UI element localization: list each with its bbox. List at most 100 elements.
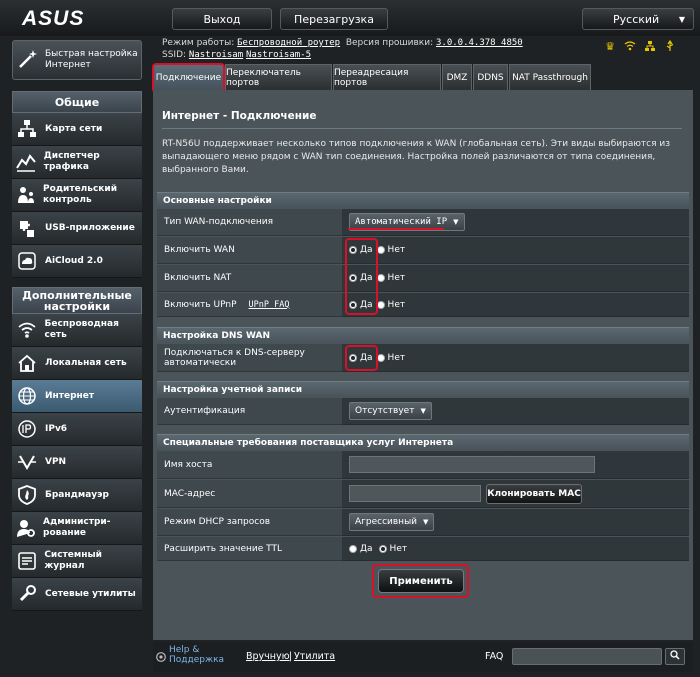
- mac-input[interactable]: [349, 485, 481, 502]
- auth-value: Отсутствует: [355, 406, 415, 416]
- network-status-icon[interactable]: [644, 40, 656, 54]
- sidebar-item-label: USB-приложение: [45, 222, 135, 233]
- hostname-input[interactable]: [349, 456, 595, 473]
- sidebar-item-parental-control[interactable]: Родительский контроль: [12, 179, 142, 212]
- enable-nat-no-radio[interactable]: Нет: [376, 273, 405, 283]
- ttl-cell: Да Нет: [342, 537, 689, 561]
- utility-link[interactable]: Утилита: [294, 651, 335, 662]
- sidebar-item-syslog[interactable]: Системный журнал: [12, 545, 142, 578]
- quick-setup-label: Быстрая настройка Интернет: [45, 49, 138, 70]
- language-select[interactable]: Русский ▼: [582, 8, 694, 30]
- quick-internet-setup-button[interactable]: Быстрая настройка Интернет: [12, 40, 142, 80]
- no-label: Нет: [387, 245, 406, 255]
- sidebar-item-lan[interactable]: Локальная сеть: [12, 347, 142, 380]
- sidebar-item-traffic-manager[interactable]: Диспетчер трафика: [12, 146, 142, 179]
- wan-type-value: Автоматический IP: [355, 217, 448, 227]
- enable-nat-cell: Да Нет: [342, 265, 689, 292]
- tab-port-forwarding[interactable]: Переадресация портов: [333, 64, 441, 90]
- page-title: Интернет - Подключение: [162, 110, 317, 122]
- aicloud-icon: [16, 250, 38, 272]
- dhcp-select[interactable]: Агрессивный ▼: [349, 513, 435, 531]
- network-map-icon: [16, 118, 38, 140]
- search-icon: [670, 650, 680, 663]
- auth-select[interactable]: Отсутствует ▼: [349, 402, 432, 420]
- mode-link[interactable]: Беспроводной роутер: [237, 38, 340, 48]
- parental-control-icon: [16, 184, 36, 206]
- manual-link[interactable]: Вручную: [246, 651, 290, 662]
- language-label: Русский: [613, 12, 660, 26]
- chevron-down-icon: ▼: [678, 14, 685, 24]
- enable-wan-label: Включить WAN: [157, 237, 342, 264]
- firmware-link[interactable]: 3.0.0.4.378_4850: [436, 38, 523, 48]
- reboot-button[interactable]: Перезагрузка: [280, 8, 388, 30]
- sidebar-item-label: Диспетчер трафика: [43, 151, 100, 172]
- hostname-cell: [342, 451, 689, 479]
- yes-label: Да: [360, 543, 373, 554]
- enable-nat-label: Включить NAT: [157, 265, 342, 292]
- wan-type-underline: [348, 228, 444, 230]
- ssid-2: Nastroisam-5: [245, 50, 312, 60]
- status-line: Режим работы: Беспроводной роутер Версия…: [162, 37, 612, 63]
- dns-settings-header: Настройка DNS WAN: [157, 327, 689, 343]
- lan-icon: [16, 352, 38, 374]
- dns-auto-label: Подключаться к DNS-серверу автоматически: [157, 344, 342, 372]
- tab-highlight: [152, 63, 225, 93]
- dhcp-label: Режим DHCP запросов: [157, 509, 342, 536]
- sidebar-item-internet[interactable]: Интернет: [12, 380, 142, 413]
- sidebar-item-label: Системный журнал: [44, 550, 102, 571]
- dns-auto-cell: Да Нет: [342, 344, 689, 372]
- upnp-faq-link[interactable]: UPnP FAQ: [249, 300, 290, 310]
- account-settings-header: Настройка учетной записи: [157, 381, 689, 397]
- chevron-down-icon: ▼: [420, 407, 426, 415]
- enable-upnp-no-radio[interactable]: Нет: [376, 300, 405, 310]
- faq-search-input[interactable]: [512, 648, 662, 665]
- sidebar-item-ipv6[interactable]: IPv6: [12, 413, 142, 446]
- wifi-status-icon[interactable]: [624, 40, 636, 54]
- sidebar-item-vpn[interactable]: VPN: [12, 446, 142, 479]
- wand-icon: [17, 48, 39, 73]
- logout-button[interactable]: Выход: [172, 8, 272, 30]
- sidebar-item-administration[interactable]: Администри-рование: [12, 512, 142, 545]
- tab-dmz[interactable]: DMZ: [442, 64, 472, 90]
- tab-ddns[interactable]: DDNS: [473, 64, 508, 90]
- help-support-link[interactable]: Help & Поддержка: [169, 645, 229, 665]
- faq-label: FAQ: [485, 651, 504, 662]
- vpn-icon: [16, 451, 38, 473]
- sidebar-item-label: Администри-рование: [43, 517, 111, 538]
- sidebar-item-firewall[interactable]: Брандмауэр: [12, 479, 142, 512]
- usb-status-icon[interactable]: [664, 39, 676, 54]
- dhcp-value: Агрессивный: [355, 517, 418, 527]
- trophy-icon[interactable]: ♛: [604, 40, 616, 54]
- page-description: RT-N56U поддерживает несколько типов под…: [162, 139, 671, 175]
- dns-auto-no-radio[interactable]: Нет: [376, 353, 405, 363]
- wan-type-cell: Автоматический IP ▼: [342, 209, 689, 236]
- enable-upnp-cell: Да Нет: [342, 293, 689, 317]
- ipv6-icon: [16, 418, 38, 440]
- mac-label: MAC-адрес: [157, 480, 342, 508]
- clone-mac-button[interactable]: Клонировать MAC: [486, 484, 582, 504]
- enable-wan-no-radio[interactable]: Нет: [376, 245, 406, 255]
- sidebar-item-aicloud[interactable]: AiCloud 2.0: [12, 245, 142, 278]
- tab-port-switch[interactable]: Переключатель портов: [225, 64, 332, 90]
- enable-upnp-label: Включить UPnP: [164, 299, 237, 310]
- tab-nat-passthrough[interactable]: NAT Passthrough: [509, 64, 591, 90]
- syslog-icon: [16, 550, 37, 572]
- dhcp-cell: Агрессивный ▼: [342, 509, 689, 536]
- basic-settings-header: Основные настройки: [157, 192, 689, 208]
- chevron-down-icon: ▼: [453, 218, 459, 226]
- sidebar-item-label: Сетевые утилиты: [45, 588, 136, 599]
- ttl-yes-radio[interactable]: Да: [349, 544, 373, 554]
- sidebar-item-wireless[interactable]: Беспроводная сеть: [12, 314, 142, 347]
- sidebar-item-network-tools[interactable]: Сетевые утилиты: [12, 578, 142, 611]
- sidebar-item-usb-app[interactable]: USB-приложение: [12, 212, 142, 245]
- ttl-no-radio[interactable]: Нет: [378, 544, 407, 554]
- radio-highlight: [345, 238, 378, 315]
- advanced-section-header: Дополнительные настройки: [12, 287, 142, 314]
- ssid-1: Nastroisam: [188, 50, 244, 60]
- sidebar-item-label: IPv6: [45, 423, 68, 434]
- faq-search-button[interactable]: [665, 648, 685, 665]
- sidebar-item-label: Родительский контроль: [43, 184, 118, 205]
- sidebar-item-network-map[interactable]: Карта сети: [12, 113, 142, 146]
- ssid-label: SSID:: [162, 50, 187, 60]
- sidebar-item-label: Брандмауэр: [45, 489, 109, 500]
